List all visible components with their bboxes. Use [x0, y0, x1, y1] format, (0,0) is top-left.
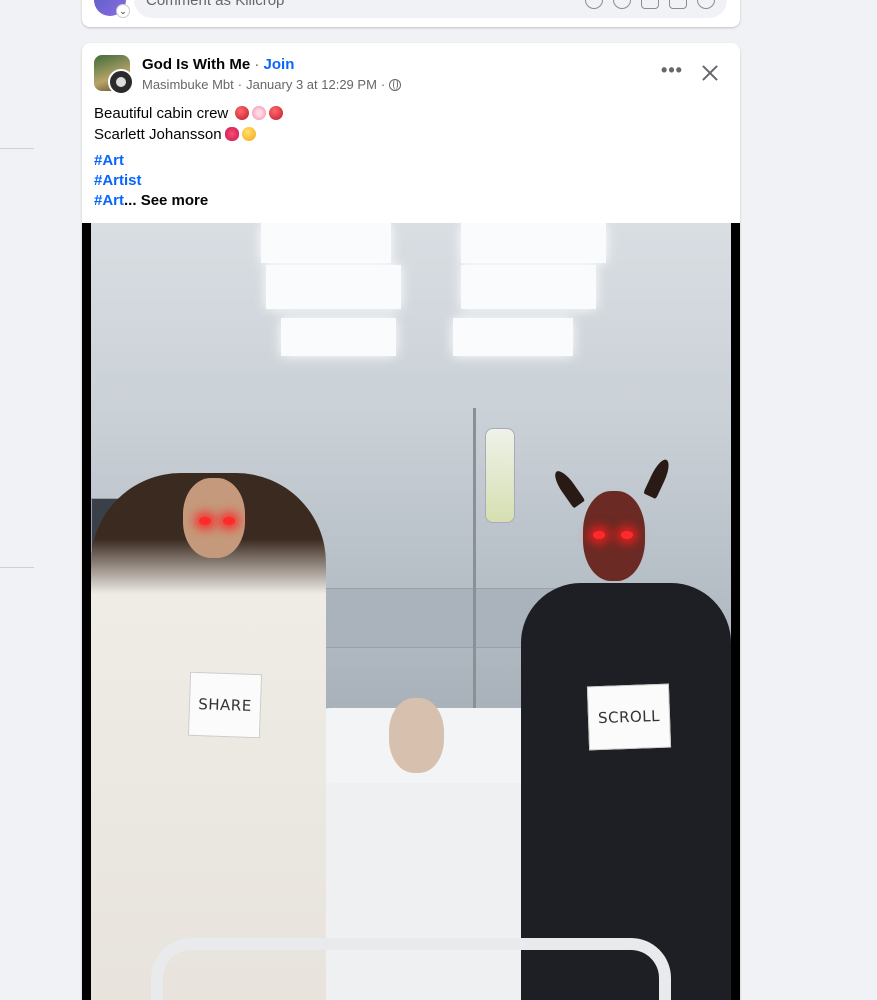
post-body: Beautiful cabin crew Scarlett Johansson — [94, 103, 284, 145]
left-rail-divider — [0, 567, 34, 568]
horn — [550, 467, 586, 509]
comment-placeholder: Comment as Kilicrop — [146, 0, 285, 9]
ceiling-light — [261, 223, 391, 263]
separator: · — [380, 77, 386, 92]
author-avatar[interactable] — [108, 69, 134, 95]
glowing-eye — [223, 517, 235, 525]
hashtag-link[interactable]: #Art — [94, 151, 208, 171]
bed-rail — [151, 938, 671, 1000]
ceiling-light — [453, 318, 573, 356]
see-more-button[interactable]: See more — [141, 192, 209, 209]
post-text: Scarlett Johansson — [94, 126, 222, 143]
glowing-eye — [621, 531, 633, 539]
gif-icon[interactable] — [669, 0, 687, 9]
hashtag-row: #Art... See more — [94, 191, 208, 211]
post-meta: Masimbuke Mbt · January 3 at 12:29 PM · — [142, 77, 402, 92]
hashtag-link[interactable]: #Art — [94, 192, 124, 209]
smiling-hearts-emoji-icon — [241, 127, 256, 141]
blossom-emoji-icon — [252, 106, 267, 120]
separator: · — [254, 56, 260, 73]
comment-tools — [585, 0, 715, 9]
rose-emoji-icon — [269, 106, 284, 120]
post-image[interactable]: SHARE SCROLL — [82, 223, 740, 1000]
hospital-scene-image: SHARE SCROLL — [91, 223, 731, 1000]
globe-icon[interactable] — [389, 78, 402, 91]
join-group-link[interactable]: Join — [264, 56, 295, 73]
feed-post: God Is With Me · Join Masimbuke Mbt · Ja… — [82, 43, 740, 1000]
iv-bag — [485, 428, 515, 523]
user-avatar[interactable]: ⌄ — [94, 0, 130, 18]
rose-emoji-icon — [235, 106, 250, 120]
patient — [389, 698, 444, 773]
more-options-icon[interactable]: ••• — [660, 61, 684, 85]
ceiling-light — [281, 318, 396, 356]
left-figure-head — [183, 478, 245, 558]
emoji-icon[interactable] — [613, 0, 631, 9]
scroll-sign: SCROLL — [586, 683, 672, 751]
post-text-line: Scarlett Johansson — [94, 124, 283, 145]
left-rail-divider — [0, 148, 34, 149]
hashtag-list: #Art #Artist #Art... See more — [94, 151, 208, 211]
post-text-line: Beautiful cabin crew — [94, 103, 284, 124]
timestamp-link[interactable]: January 3 at 12:29 PM — [246, 77, 377, 92]
post-text: Beautiful cabin crew — [94, 105, 229, 122]
horn — [643, 456, 673, 500]
previous-post-comment-bar: ⌄ Comment as Kilicrop — [82, 0, 740, 27]
lips-emoji-icon — [224, 127, 239, 141]
post-header: God Is With Me · Join — [142, 56, 294, 73]
camera-icon[interactable] — [641, 0, 659, 9]
group-name-link[interactable]: God Is With Me — [142, 56, 250, 73]
author-name-link[interactable]: Masimbuke Mbt — [142, 77, 234, 92]
glowing-eye — [593, 531, 605, 539]
close-icon[interactable] — [698, 61, 722, 85]
ceiling-light — [266, 265, 401, 309]
sticker-icon[interactable] — [697, 0, 715, 9]
separator: · — [237, 77, 243, 92]
chevron-down-icon[interactable]: ⌄ — [116, 4, 130, 18]
ceiling-light — [461, 223, 606, 263]
glowing-eye — [199, 517, 211, 525]
comment-input[interactable]: Comment as Kilicrop — [134, 0, 727, 18]
hashtag-link[interactable]: #Artist — [94, 171, 208, 191]
share-sign: SHARE — [187, 671, 263, 739]
ceiling-light — [461, 265, 596, 309]
avatar-sticker-icon[interactable] — [585, 0, 603, 9]
ellipsis: ... — [124, 192, 137, 209]
